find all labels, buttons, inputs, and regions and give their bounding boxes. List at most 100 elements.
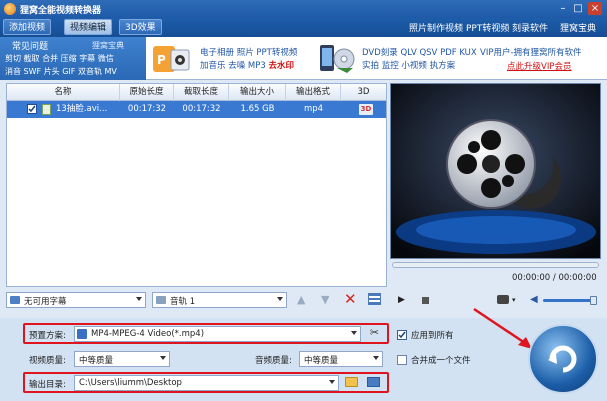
audio-quality-select[interactable]: 中等质量 [299, 351, 383, 367]
chevron-down-icon [160, 356, 166, 360]
faq-link[interactable]: 截取 [24, 54, 40, 63]
maximize-icon[interactable]: □ [571, 2, 585, 15]
tab-video-edit[interactable]: 视频编辑 [64, 19, 113, 35]
merge-checkbox[interactable] [397, 355, 407, 365]
col-3d[interactable]: 3D [341, 84, 386, 101]
row-3d-badge[interactable]: 3D [359, 104, 373, 115]
faq-link[interactable]: 剪切 [5, 54, 21, 63]
refresh-icon [548, 345, 577, 373]
time-display: 00:00:00 / 00:00:00 [512, 273, 597, 283]
promo-link-dvd[interactable]: DVD刻录 QLV QSV PDF KUX [362, 46, 477, 58]
menu-bar: 添加视频 视频编辑 3D效果 照片制作视频 PPT转视频 刻录软件 狸窝宝典 [0, 18, 607, 37]
subtitle-icon [10, 296, 20, 304]
subtitle-value: 无可用字幕 [24, 297, 67, 307]
preset-select[interactable]: MP4-MPEG-4 Video(*.mp4) [74, 326, 361, 342]
audio-quality-value: 中等质量 [304, 356, 339, 366]
link-ppt-video[interactable]: PPT转视频 [466, 21, 509, 34]
faq-link[interactable]: 双音轨 [78, 67, 102, 76]
snapshot-icon[interactable] [497, 295, 509, 304]
title-bar: 狸窝全能视频转换器 – □ × [0, 0, 607, 18]
volume-slider-handle[interactable] [590, 296, 597, 305]
seek-bar[interactable] [392, 262, 599, 268]
play-icon[interactable]: ▶ [398, 295, 405, 305]
chevron-down-icon [373, 356, 379, 360]
move-down-icon[interactable]: ▼ [321, 293, 329, 306]
film-reel-icon [391, 84, 600, 258]
faq-link[interactable]: GIF [62, 67, 75, 76]
link-burn-software[interactable]: 刻录软件 [512, 21, 548, 34]
list-settings-icon[interactable] [368, 293, 381, 305]
output-label: 输出目录: [29, 380, 66, 390]
faq-link[interactable]: MV [105, 67, 117, 76]
dvd-phone-icon[interactable] [317, 42, 357, 76]
faq-link[interactable]: 消音 [5, 67, 21, 76]
open-folder-icon[interactable] [367, 377, 380, 387]
apply-all-checkbox[interactable] [397, 330, 407, 340]
convert-button[interactable] [528, 324, 598, 394]
close-icon[interactable]: × [588, 2, 602, 15]
subtitle-select[interactable]: 无可用字幕 [6, 292, 146, 308]
minimize-icon[interactable]: – [556, 2, 570, 15]
audio-track-select[interactable]: 音轨 1 [152, 292, 287, 308]
advanced-settings-icon[interactable]: ✂ [366, 326, 383, 341]
chevron-down-icon [277, 297, 283, 301]
volume-slider[interactable] [543, 299, 595, 302]
audio-quality-label: 音频质量: [255, 356, 292, 366]
table-row[interactable]: 13抽脸.avi... 00:17:32 00:17:32 1.65 GB mp… [7, 101, 386, 118]
promo-link-album[interactable]: 电子相册 照片 PPT转视频 [200, 46, 297, 58]
app-title: 狸窝全能视频转换器 [20, 6, 102, 16]
format-icon [77, 329, 87, 339]
video-preview [390, 83, 601, 259]
faq-link[interactable]: 微信 [98, 54, 114, 63]
preset-label: 预置方案: [29, 331, 66, 341]
output-path-value: C:\Users\liumm\Desktop [79, 378, 182, 388]
promo-link-surveillance[interactable]: 实拍 监控 小视频 执方案 [362, 59, 455, 71]
faq-link[interactable]: SWF [24, 67, 42, 76]
promo-row-audio: 加音乐 去噪 MP3 去水印 [200, 59, 294, 71]
audio-track-value: 音轨 1 [170, 297, 196, 307]
row-cut-length: 00:17:32 [182, 104, 221, 114]
col-name[interactable]: 名称 [7, 84, 120, 101]
col-output-format[interactable]: 输出格式 [286, 84, 341, 101]
faq-panel: 常见问题 狸窝宝典 剪切 截取 合并 压缩 字幕 微信 消音 SWF 片头 GI… [0, 37, 146, 80]
col-output-size[interactable]: 输出大小 [229, 84, 286, 101]
tab-add-video[interactable]: 添加视频 [3, 19, 52, 35]
row-output-size: 1.65 GB [240, 104, 275, 114]
ppt-video-icon[interactable]: P [151, 42, 191, 76]
faq-link[interactable]: 合并 [42, 54, 58, 63]
promo-link-audio[interactable]: 加音乐 去噪 MP3 [200, 61, 266, 71]
preset-value: MP4-MPEG-4 Video(*.mp4) [91, 329, 205, 339]
faq-link[interactable]: 片头 [44, 67, 60, 76]
folder-icon[interactable] [345, 377, 358, 387]
volume-icon[interactable]: ◀ [530, 294, 538, 305]
faq-link[interactable]: 字幕 [79, 54, 95, 63]
video-quality-label: 视频质量: [29, 356, 66, 366]
file-list: 名称 原始长度 截取长度 输出大小 输出格式 3D 13抽脸.avi... 00… [6, 83, 387, 287]
output-path-select[interactable]: C:\Users\liumm\Desktop [74, 375, 339, 391]
vip-upgrade-link[interactable]: 点此升级VIP会员 [507, 60, 571, 72]
apply-all-label: 应用到所有 [411, 331, 454, 341]
audio-track-icon [156, 296, 166, 304]
chevron-down-icon [329, 380, 335, 384]
delete-icon[interactable]: ✕ [344, 290, 357, 308]
video-file-icon [42, 104, 51, 115]
faq-title: 常见问题 [12, 42, 49, 52]
link-photo-video[interactable]: 照片制作视频 [409, 21, 463, 34]
video-quality-value: 中等质量 [79, 356, 114, 366]
link-liwo-guide[interactable]: 狸窝宝典 [560, 21, 596, 34]
move-up-icon[interactable]: ▲ [297, 293, 305, 306]
stop-icon[interactable] [422, 297, 429, 304]
faq-guide-link[interactable]: 狸窝宝典 [92, 40, 124, 51]
snapshot-dropdown-icon[interactable]: ▾ [512, 296, 516, 304]
col-orig-length[interactable]: 原始长度 [120, 84, 174, 101]
app-logo-icon [4, 3, 16, 15]
table-header: 名称 原始长度 截取长度 输出大小 输出格式 3D [7, 84, 386, 101]
row-checkbox[interactable] [27, 104, 37, 114]
promo-link-watermark[interactable]: 去水印 [268, 61, 294, 71]
video-quality-select[interactable]: 中等质量 [74, 351, 170, 367]
faq-link[interactable]: 压缩 [61, 54, 77, 63]
row-output-format: mp4 [303, 104, 324, 114]
col-cut-length[interactable]: 截取长度 [174, 84, 229, 101]
tab-3d-effect[interactable]: 3D效果 [119, 19, 162, 35]
chevron-down-icon [136, 297, 142, 301]
